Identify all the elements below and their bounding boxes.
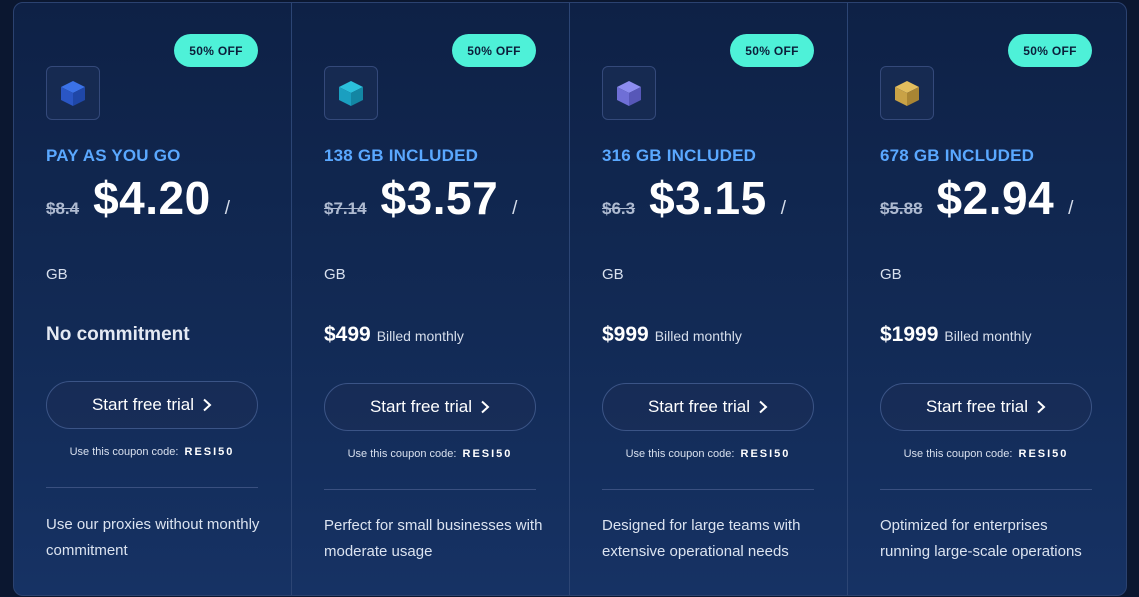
coupon-text: Use this coupon code: [69, 446, 179, 458]
coupon-code: RESI50 [1018, 448, 1069, 460]
price-unit: GB [46, 266, 68, 283]
start-free-trial-button[interactable]: Start free trial [46, 381, 258, 429]
start-free-trial-button[interactable]: Start free trial [602, 383, 814, 431]
chevron-right-icon [202, 398, 212, 412]
divider [46, 487, 258, 488]
monthly-amount: $1999 [880, 323, 939, 346]
plan-description: Designed for large teams with extensive … [602, 517, 801, 560]
price-unit: GB [602, 266, 624, 283]
plan-description: Optimized for enterprises running large-… [880, 517, 1082, 560]
divider [324, 489, 536, 490]
price-row: $6.3 $3.15 / [602, 171, 786, 225]
price-row: $7.14 $3.57 / [324, 171, 517, 225]
cube-icon [880, 66, 934, 120]
coupon-line: Use this coupon code: RESI50 [46, 446, 258, 458]
price-unit: GB [324, 266, 346, 283]
billing-period: Billed monthly [944, 328, 1032, 344]
price-separator: / [1068, 198, 1074, 219]
billing-line: $1999 Billed monthly [880, 323, 1032, 347]
discounted-price: $3.15 [649, 172, 767, 224]
billing-line: $499 Billed monthly [324, 323, 464, 347]
plan-tier-label: PAY AS YOU GO [46, 146, 181, 165]
coupon-text: Use this coupon code: [625, 448, 735, 460]
price-separator: / [224, 198, 230, 219]
monthly-amount: $999 [602, 323, 649, 346]
monthly-amount: $499 [324, 323, 371, 346]
coupon-code: RESI50 [462, 448, 513, 460]
billing-period: Billed monthly [654, 328, 742, 344]
coupon-text: Use this coupon code: [903, 448, 1013, 460]
plan-tier-label: 678 GB INCLUDED [880, 146, 1035, 165]
cube-icon [46, 66, 100, 120]
discount-badge: 50% OFF [1008, 34, 1092, 67]
cta-label: Start free trial [647, 397, 751, 416]
divider [602, 489, 814, 490]
chevron-right-icon [758, 400, 768, 414]
price-row: $5.88 $2.94 / [880, 171, 1073, 225]
plan-tier-label: 316 GB INCLUDED [602, 146, 757, 165]
cube-icon [324, 66, 378, 120]
discount-badge: 50% OFF [730, 34, 814, 67]
billing-line: $999 Billed monthly [602, 323, 742, 347]
commitment-label: No commitment [46, 324, 190, 345]
coupon-line: Use this coupon code: RESI50 [602, 448, 814, 460]
coupon-line: Use this coupon code: RESI50 [880, 448, 1092, 460]
original-price: $6.3 [602, 199, 636, 218]
start-free-trial-button[interactable]: Start free trial [324, 383, 536, 431]
divider [880, 489, 1092, 490]
discounted-price: $3.57 [380, 172, 499, 224]
pricing-table: 50% OFF PAY AS YOU GO $8.4 $4.20 / GB No… [13, 2, 1127, 596]
chevron-right-icon [480, 400, 490, 414]
chevron-right-icon [1036, 400, 1046, 414]
price-unit: GB [880, 266, 902, 283]
plan-tier-label: 138 GB INCLUDED [324, 146, 479, 165]
cta-label: Start free trial [91, 395, 195, 414]
discount-badge: 50% OFF [452, 34, 536, 67]
coupon-code: RESI50 [740, 448, 791, 460]
start-free-trial-button[interactable]: Start free trial [880, 383, 1092, 431]
cta-label: Start free trial [369, 397, 473, 416]
original-price: $8.4 [46, 199, 80, 218]
plan-description: Use our proxies without monthly commitme… [46, 516, 260, 559]
price-separator: / [780, 198, 786, 219]
price-separator: / [512, 198, 518, 219]
original-price: $5.88 [880, 199, 923, 218]
cube-icon [602, 66, 656, 120]
plan-card-138gb: 50% OFF 138 GB INCLUDED $7.14 $3.57 / GB… [292, 3, 570, 595]
coupon-code: RESI50 [184, 446, 235, 458]
plan-card-pay-as-you-go: 50% OFF PAY AS YOU GO $8.4 $4.20 / GB No… [14, 3, 292, 595]
discounted-price: $2.94 [936, 172, 1055, 224]
plan-description: Perfect for small businesses with modera… [324, 517, 543, 560]
cta-label: Start free trial [925, 397, 1029, 416]
plan-card-316gb: 50% OFF 316 GB INCLUDED $6.3 $3.15 / GB … [570, 3, 848, 595]
plan-card-678gb: 50% OFF 678 GB INCLUDED $5.88 $2.94 / GB… [848, 3, 1126, 595]
original-price: $7.14 [324, 199, 367, 218]
discount-badge: 50% OFF [174, 34, 258, 67]
discounted-price: $4.20 [93, 172, 211, 224]
billing-period: Billed monthly [376, 328, 464, 344]
coupon-line: Use this coupon code: RESI50 [324, 448, 536, 460]
price-row: $8.4 $4.20 / [46, 171, 230, 225]
coupon-text: Use this coupon code: [347, 448, 457, 460]
